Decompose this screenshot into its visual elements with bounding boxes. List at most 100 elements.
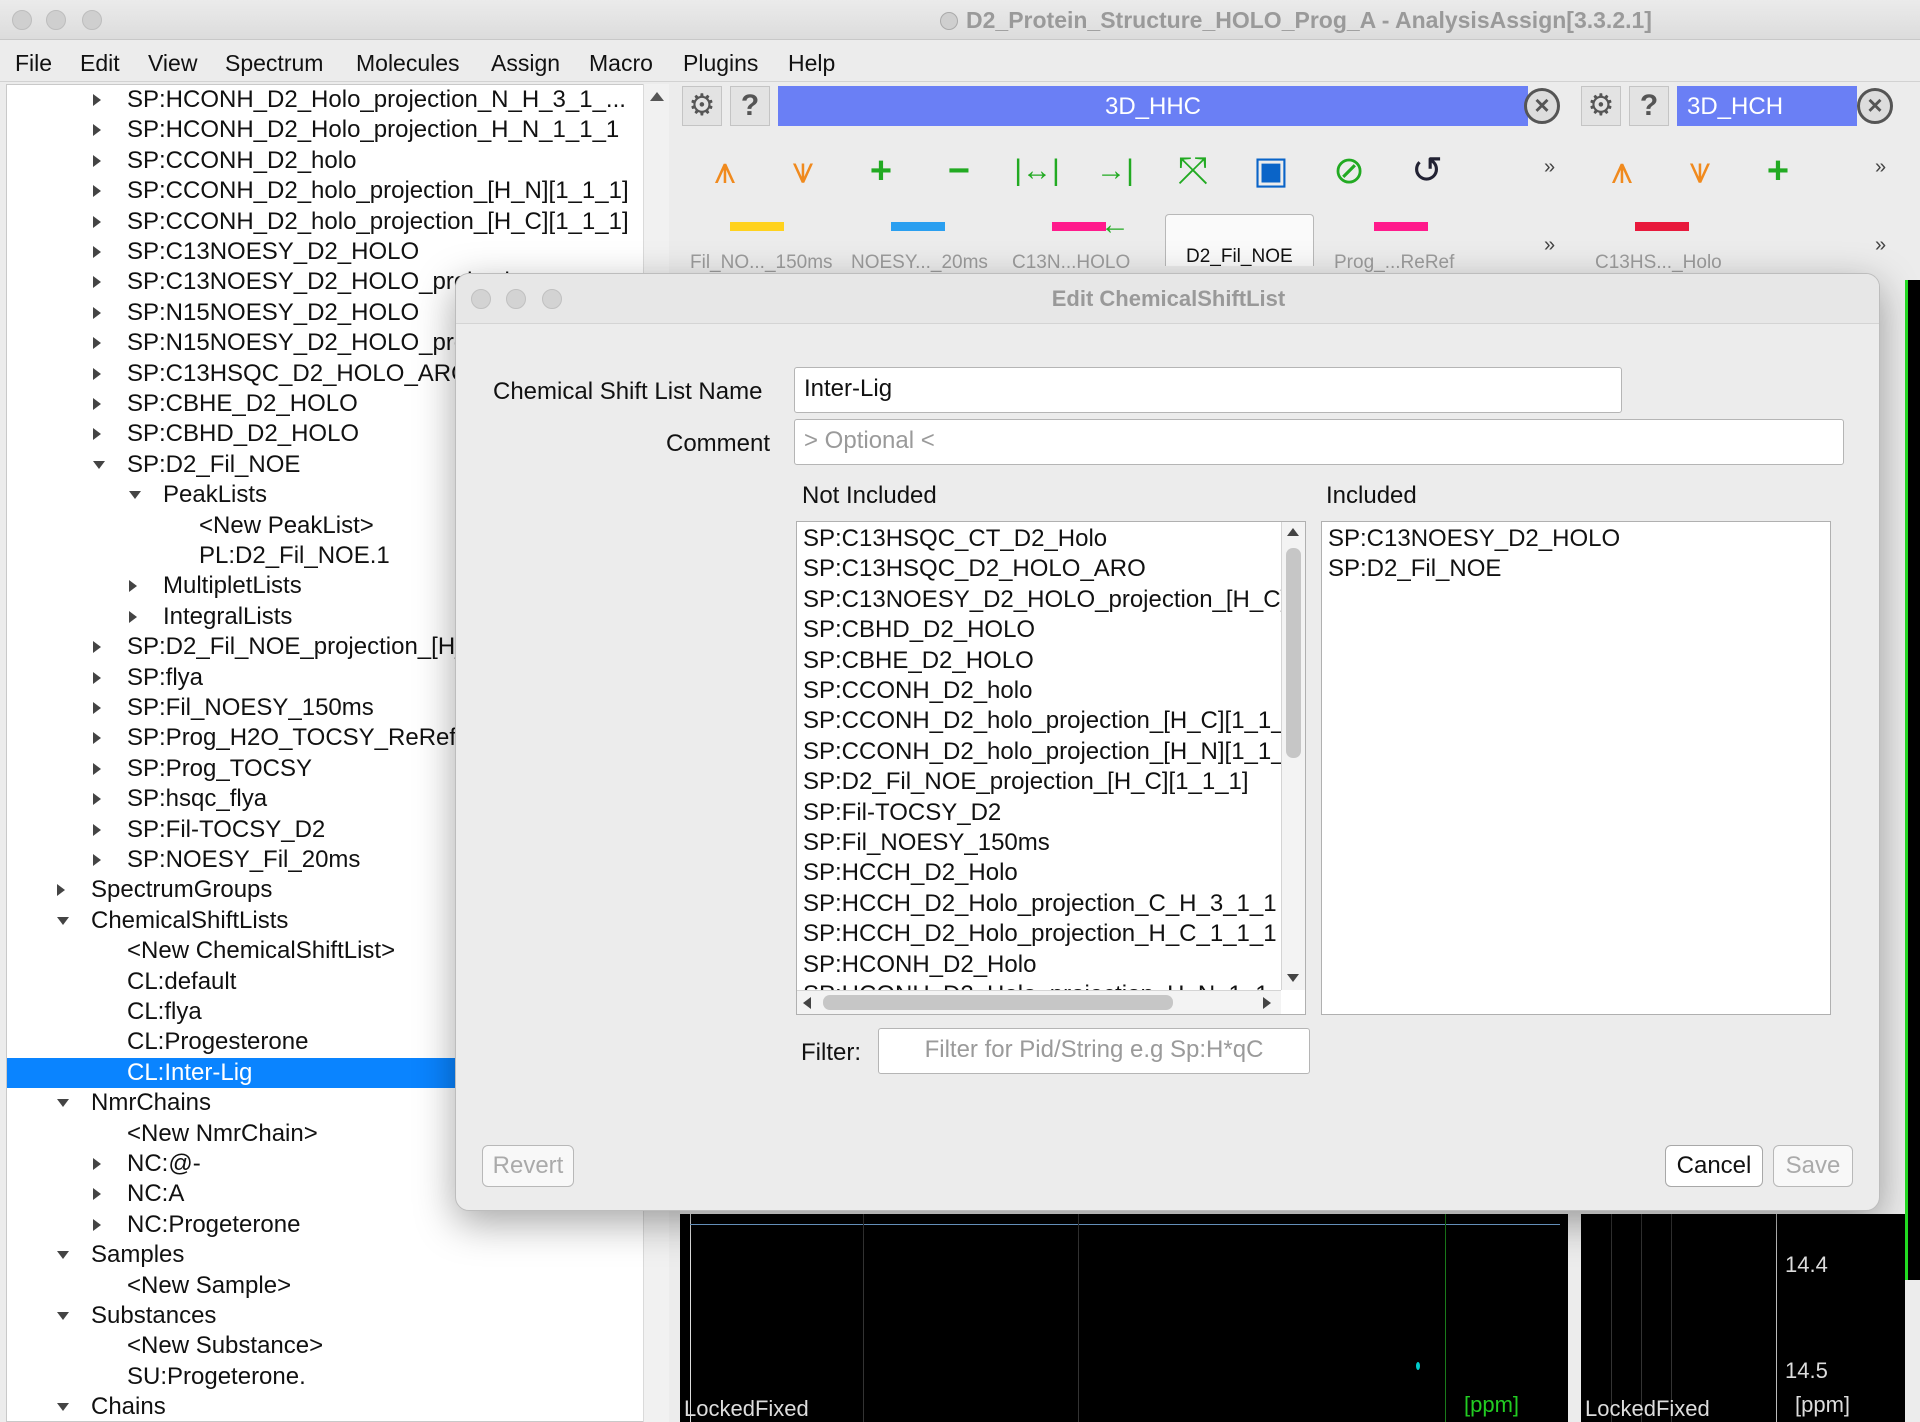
scroll-up-arrow[interactable] [650,92,664,101]
list-item[interactable]: SP:Fil_NOESY_150ms [803,828,1050,858]
menu-assign[interactable]: Assign [491,50,560,77]
list-item[interactable]: SP:CCONH_D2_holo_projection_[H_N][1_1_1] [803,737,1281,767]
settings-gear-icon[interactable]: ⚙ [1581,86,1621,126]
spectrum-plot[interactable]: LockedFixed [ppm] [680,1214,1568,1422]
peak-pick-up-icon[interactable]: ⩚ [698,144,752,198]
list-item[interactable]: SP:HCONH_D2_Holo [803,950,1036,980]
tree-item[interactable]: <New Sample> [7,1271,645,1301]
tree-item[interactable]: SP:C13NOESY_D2_HOLO [7,237,645,267]
module-header[interactable]: 3D_HHC [778,86,1528,126]
cancel-button[interactable]: Cancel [1665,1145,1763,1187]
minimize-window-button[interactable] [46,10,66,30]
contract-horizontal-icon[interactable]: →|← [1088,144,1142,241]
disclosure-closed-icon[interactable] [93,94,101,106]
add-icon[interactable]: + [854,144,908,198]
tree-item[interactable]: SP:CCONH_D2_holo_projection_[H_N][1_1_1] [7,176,645,206]
tabs-more-icon[interactable]: » [1544,234,1555,257]
disclosure-closed-icon[interactable] [93,124,101,137]
list-item[interactable]: SP:C13HSQC_CT_D2_Holo [803,524,1107,554]
list-item[interactable]: SP:HCCH_D2_Holo_projection_H_C_1_1_1 [803,919,1277,949]
zoom-search-icon[interactable]: ⊘ [1322,144,1376,198]
list-item[interactable]: SP:HCCH_D2_Holo [803,858,1018,888]
disclosure-open-icon[interactable] [57,1251,69,1260]
toolbar-more-icon[interactable]: » [1544,156,1555,179]
disclosure-closed-icon[interactable] [93,1158,101,1170]
tree-item[interactable]: SU:Progeterone. [7,1362,645,1392]
help-icon[interactable]: ? [730,86,770,126]
list-item[interactable]: SP:CCONH_D2_holo [803,676,1032,706]
disclosure-closed-icon[interactable] [93,398,101,410]
tree-item[interactable]: NC:Progeterone [7,1210,645,1240]
disclosure-closed-icon[interactable] [93,762,101,775]
spectrum-tab[interactable]: C13HS..._Holo [1595,252,1722,274]
scroll-thumb[interactable] [1286,548,1301,758]
disclosure-closed-icon[interactable] [93,276,101,289]
disclosure-closed-icon[interactable] [93,337,101,350]
list-item[interactable]: SP:C13NOESY_D2_HOLO_projection_[H_C][1_1… [803,585,1281,615]
disclosure-open-icon[interactable] [129,491,141,500]
list-item[interactable]: SP:D2_Fil_NOE_projection_[H_C][1_1_1] [803,767,1249,797]
tree-item[interactable]: <New Substance> [7,1331,645,1361]
list-item[interactable]: SP:D2_Fil_NOE [1328,554,1501,584]
menu-spectrum[interactable]: Spectrum [225,50,323,77]
tree-item[interactable]: Substances [7,1301,645,1331]
spectrum-tab[interactable]: Fil_NO..._150ms [690,252,833,274]
tree-item[interactable]: SP:HCONH_D2_Holo_projection_N_H_3_1_... [7,85,645,115]
horizontal-scrollbar[interactable] [797,990,1281,1014]
disclosure-closed-icon[interactable] [93,428,101,441]
scroll-up-arrow[interactable] [1287,528,1299,536]
spectrum-tab[interactable]: Prog_...ReRef [1334,252,1454,274]
comment-input[interactable]: > Optional < [794,419,1844,465]
disclosure-closed-icon[interactable] [93,793,101,806]
disclosure-closed-icon[interactable] [93,823,101,836]
disclosure-closed-icon[interactable] [93,215,101,228]
module-header[interactable]: 3D_HCH [1677,86,1857,126]
name-input[interactable]: Inter-Lig [794,367,1622,413]
included-list[interactable]: SP:C13NOESY_D2_HOLO SP:D2_Fil_NOE [1321,521,1831,1015]
disclosure-closed-icon[interactable] [93,671,101,684]
disclosure-closed-icon[interactable] [93,306,101,319]
tree-item[interactable]: Samples [7,1240,645,1270]
list-item[interactable]: SP:HCCH_D2_Holo_projection_C_H_3_1_1 [803,889,1277,919]
disclosure-closed-icon[interactable] [93,367,101,380]
tabs-more-icon[interactable]: » [1875,234,1886,257]
spectrum-tab[interactable]: NOESY..._20ms [851,252,988,274]
disclosure-closed-icon[interactable] [57,884,65,897]
scroll-thumb[interactable] [823,995,1173,1010]
list-item[interactable]: SP:C13HSQC_D2_HOLO_ARO [803,554,1146,584]
help-icon[interactable]: ? [1629,86,1669,126]
menu-file[interactable]: File [15,50,52,77]
disclosure-closed-icon[interactable] [93,702,101,714]
tree-item[interactable]: Chains [7,1392,645,1421]
spectrum-tab[interactable]: D2_Fil_NOE [1165,214,1314,267]
list-item[interactable]: SP:Fil-TOCSY_D2 [803,798,1001,828]
disclosure-open-icon[interactable] [57,1099,69,1108]
disclosure-closed-icon[interactable] [93,641,101,654]
vertical-scrollbar[interactable] [1281,522,1305,990]
menu-plugins[interactable]: Plugins [683,50,758,77]
not-included-list[interactable]: SP:C13HSQC_CT_D2_Holo SP:C13HSQC_D2_HOLO_… [796,521,1306,1015]
list-item[interactable]: SP:CBHE_D2_HOLO [803,646,1034,676]
peak-pick-down-icon[interactable]: ⩛ [1673,144,1727,198]
settings-gear-icon[interactable]: ⚙ [682,86,722,126]
tree-item[interactable]: SP:CCONH_D2_holo [7,146,645,176]
disclosure-closed-icon[interactable] [93,1188,101,1201]
zoom-full-icon[interactable]: ⤧ [1166,144,1220,198]
disclosure-open-icon[interactable] [57,1403,69,1412]
disclosure-closed-icon[interactable] [93,854,101,866]
menu-help[interactable]: Help [788,50,835,77]
menu-view[interactable]: View [148,50,197,77]
minus-icon[interactable]: − [932,144,986,198]
disclosure-closed-icon[interactable] [93,154,101,167]
close-window-button[interactable] [12,10,32,30]
list-item[interactable]: SP:CBHD_D2_HOLO [803,615,1035,645]
undo-zoom-icon[interactable]: ↺ [1400,144,1454,198]
save-print-icon[interactable]: ▣ [1244,144,1298,198]
peak-pick-up-icon[interactable]: ⩚ [1595,144,1649,198]
menu-macro[interactable]: Macro [589,50,653,77]
disclosure-closed-icon[interactable] [129,580,137,593]
revert-button[interactable]: Revert [482,1145,574,1187]
disclosure-open-icon[interactable] [93,460,105,469]
spectrum-plot[interactable]: 14.4 14.5 LockedFixed [ppm] [1581,1214,1905,1422]
disclosure-closed-icon[interactable] [93,246,101,258]
